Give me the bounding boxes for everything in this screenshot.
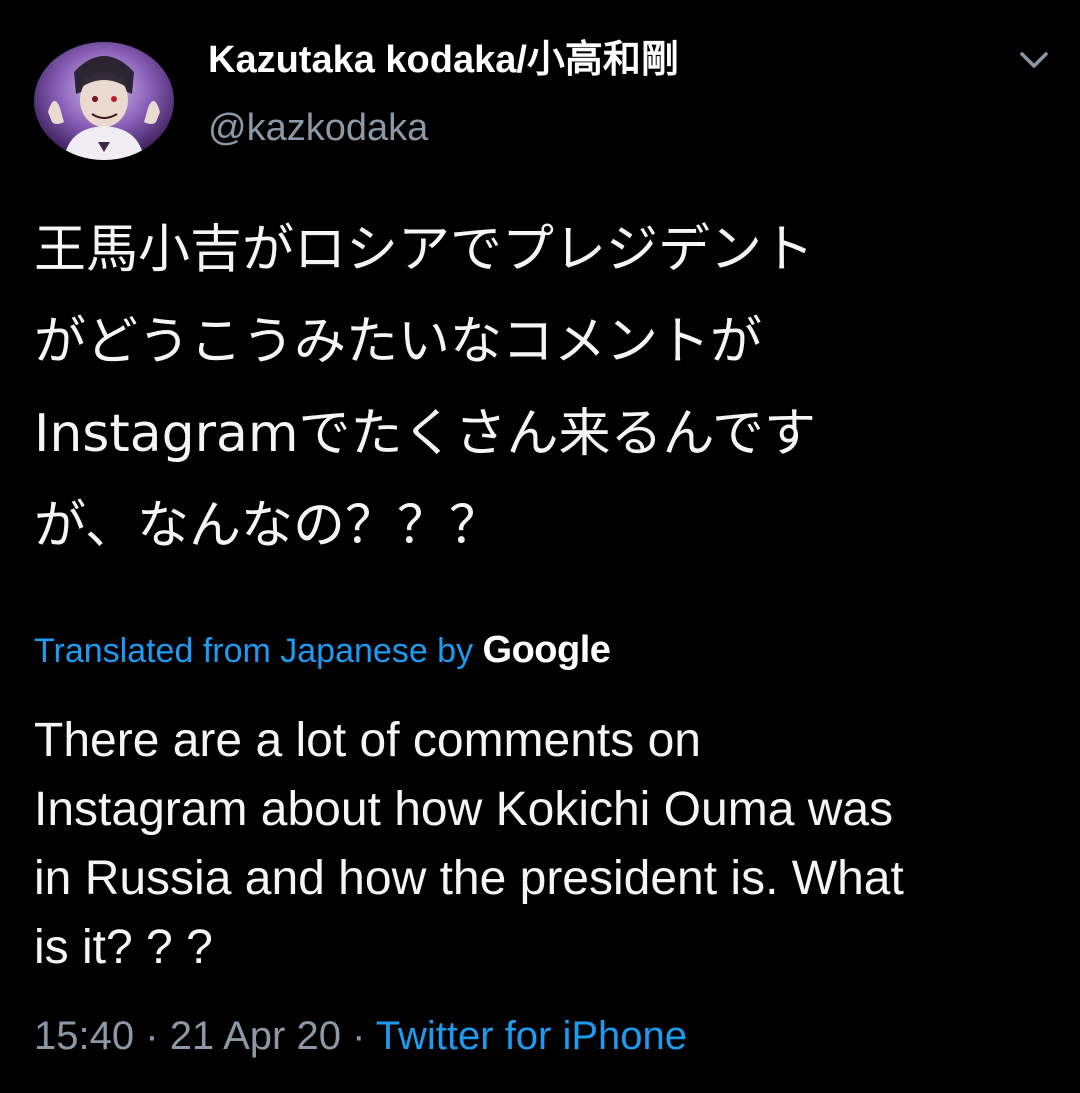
tweet-line: Instagramでたくさん来るんです (34, 404, 816, 464)
avatar-image (34, 42, 174, 160)
tweet-time: 15:40 (34, 1014, 135, 1058)
author-display-name[interactable]: Kazutaka kodaka/小高和剛 (208, 36, 679, 84)
tweet-meta: 15:40 · 21 Apr 20 · Twitter for iPhone (34, 1008, 687, 1064)
meta-separator: · (352, 1014, 366, 1058)
tweet-line: 王馬小吉がロシアでプレジデント (34, 220, 815, 280)
translated-line: is it? ? ? (34, 921, 213, 974)
translated-line: in Russia and how the president is. What (34, 852, 904, 905)
tweet-date: 21 Apr 20 (169, 1014, 341, 1058)
tweet-text: 王馬小吉がロシアでプレジデント がどうこうみたいなコメントが Instagram… (34, 204, 1044, 572)
meta-separator: · (145, 1014, 159, 1058)
google-logo: Google (482, 629, 611, 671)
translation-note[interactable]: Translated from Japanese by Google (34, 626, 611, 675)
avatar[interactable] (34, 42, 174, 160)
tweet-source-link[interactable]: Twitter for iPhone (376, 1014, 687, 1058)
chevron-down-icon[interactable] (1016, 46, 1052, 74)
tweet-line: が、なんなの？？？ (34, 496, 501, 556)
author-handle[interactable]: @kazkodaka (208, 104, 428, 152)
translated-line: Instagram about how Kokichi Ouma was (34, 783, 894, 836)
translated-line: There are a lot of comments on (34, 714, 701, 767)
translated-text: There are a lot of comments on Instagram… (34, 706, 1044, 982)
translation-label[interactable]: Translated from Japanese by (34, 632, 473, 670)
tweet-line: がどうこうみたいなコメントが (34, 312, 763, 372)
